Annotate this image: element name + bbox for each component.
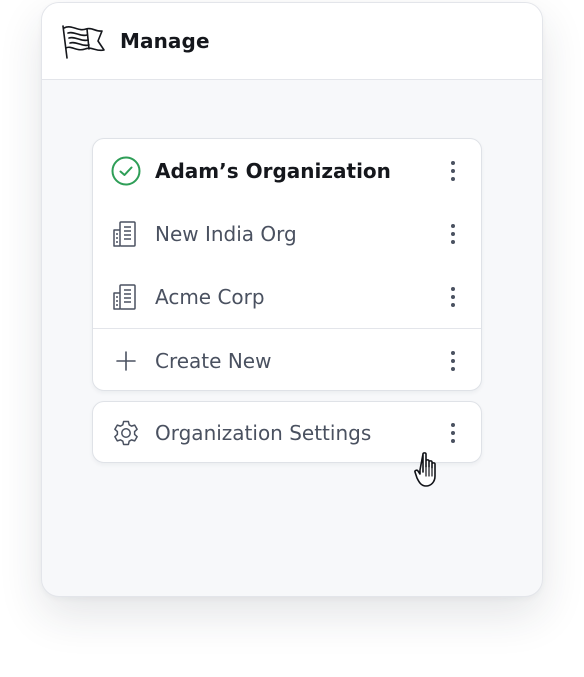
more-options-icon[interactable]	[441, 155, 465, 187]
org-item-label: Adam’s Organization	[155, 158, 391, 183]
flag-icon	[62, 25, 105, 59]
org-item-new-india-org[interactable]: New India Org	[93, 202, 481, 265]
page-title: Manage	[120, 29, 210, 53]
building-icon	[110, 218, 142, 250]
org-item-acme-corp[interactable]: Acme Corp	[93, 265, 481, 328]
hand-pointer-icon	[414, 452, 436, 487]
org-item-adams-organization[interactable]: Adam’s Organization	[93, 139, 481, 202]
check-circle-icon	[110, 155, 142, 187]
more-options-icon[interactable]	[441, 281, 465, 313]
org-item-label: New India Org	[155, 221, 297, 246]
manage-panel: Manage Adam’s Organization New India Org…	[41, 2, 543, 597]
more-options-icon[interactable]	[441, 345, 465, 377]
more-options-icon[interactable]	[441, 417, 465, 449]
org-item-label: Acme Corp	[155, 284, 265, 309]
create-new-button[interactable]: Create New	[93, 329, 481, 390]
create-new-label: Create New	[155, 348, 272, 373]
organization-settings-label: Organization Settings	[155, 421, 372, 445]
organization-list: Adam’s Organization New India Org Acme C…	[92, 138, 482, 391]
gear-icon	[110, 417, 142, 449]
plus-icon	[110, 345, 142, 377]
more-options-icon[interactable]	[441, 218, 465, 250]
building-icon	[110, 281, 142, 313]
panel-header: Manage	[42, 3, 542, 80]
